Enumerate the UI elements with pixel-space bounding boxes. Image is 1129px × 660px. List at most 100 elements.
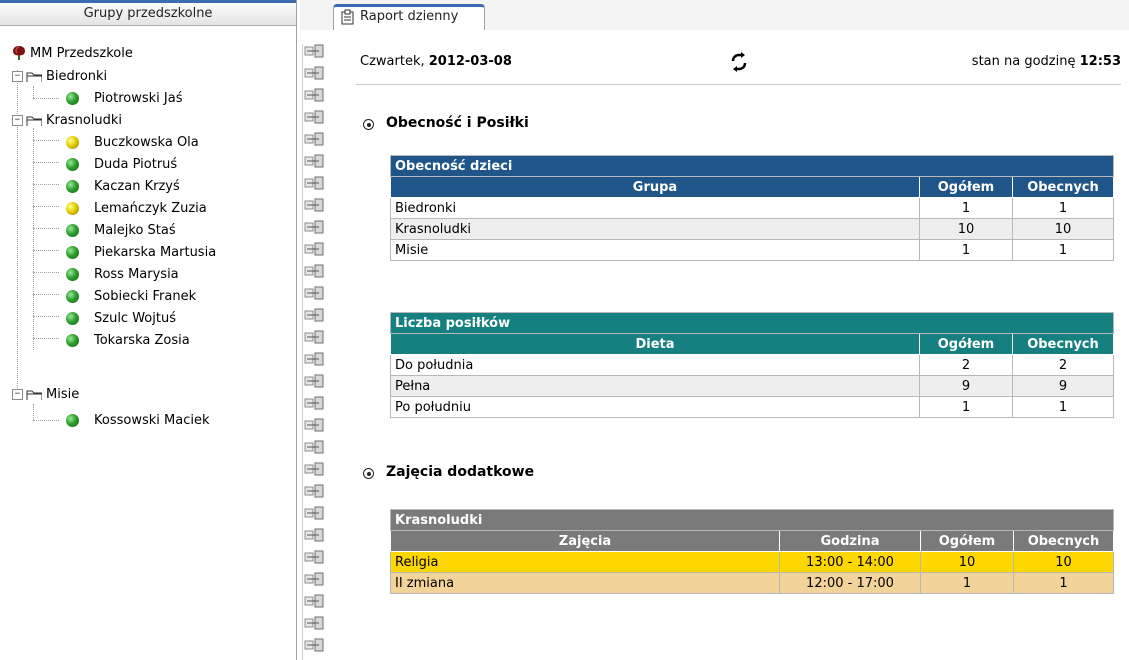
splitter-arrow-icon[interactable] <box>304 550 324 564</box>
splitter-arrow-icon[interactable] <box>304 264 324 278</box>
folder-icon <box>26 390 42 400</box>
splitter-arrow-icon[interactable] <box>304 638 324 652</box>
tab-raport-dzienny[interactable]: Raport dzienny <box>333 4 485 30</box>
col-header: Dieta <box>390 333 920 355</box>
splitter-arrow-icon[interactable] <box>304 110 324 124</box>
splitter-arrow-icon[interactable] <box>304 88 324 102</box>
splitter-arrow-icon[interactable] <box>304 286 324 300</box>
splitter-arrow-icon[interactable] <box>304 308 324 322</box>
child-name: Lemańczyk Zuzia <box>94 201 207 216</box>
cell: 10 <box>1012 218 1114 240</box>
status-green-icon <box>66 290 79 303</box>
collapse-icon[interactable]: − <box>12 115 23 126</box>
cell: 2 <box>919 354 1013 376</box>
splitter-arrow-icon[interactable] <box>304 594 324 608</box>
cell: 10 <box>1013 551 1114 573</box>
activities-caption: Krasnoludki <box>390 509 1114 531</box>
child-name: Sobiecki Franek <box>94 289 197 304</box>
child-name: Szulc Wojtuś <box>94 311 176 326</box>
col-header: Ogółem <box>919 176 1013 198</box>
time-value: 12:53 <box>1079 54 1121 69</box>
col-header: Obecnych <box>1012 333 1114 355</box>
splitter-arrow-icon[interactable] <box>304 616 324 630</box>
table-row: Krasnoludki 10 10 <box>390 218 1114 240</box>
splitter-arrow-icon[interactable] <box>304 220 324 234</box>
status-green-icon <box>66 414 79 427</box>
cell: Pełna <box>390 375 920 397</box>
date-value: 2012-03-08 <box>428 54 512 69</box>
col-header: Grupa <box>390 176 920 198</box>
report-date: Czwartek, 2012-03-08 <box>360 54 512 69</box>
table-row: Biedronki 1 1 <box>390 197 1114 219</box>
splitter-arrow-icon[interactable] <box>304 352 324 366</box>
folder-icon <box>26 72 42 82</box>
splitter-arrow-icon[interactable] <box>304 484 324 498</box>
status-green-icon <box>66 180 79 193</box>
cell: II zmiana <box>390 572 780 594</box>
cell: Biedronki <box>390 197 920 219</box>
table-row: Religia 13:00 - 14:00 10 10 <box>390 551 1114 573</box>
tree-group-label: Misie <box>46 387 80 402</box>
col-header: Ogółem <box>919 333 1013 355</box>
cell: Misie <box>390 239 920 261</box>
splitter-arrow-icon[interactable] <box>304 242 324 256</box>
status-green-icon <box>66 224 79 237</box>
splitter-arrow-icon[interactable] <box>304 374 324 388</box>
collapse-icon[interactable]: − <box>12 71 23 82</box>
splitter-arrow-icon[interactable] <box>304 198 324 212</box>
attendance-caption: Obecność dzieci <box>390 155 1114 177</box>
cell: 13:00 - 14:00 <box>779 551 921 573</box>
refresh-icon[interactable] <box>729 52 749 72</box>
col-header: Zajęcia <box>390 530 780 552</box>
cell: 1 <box>1012 239 1114 261</box>
collapse-icon[interactable]: − <box>12 389 23 400</box>
tree-group-label: Krasnoludki <box>46 113 123 128</box>
splitter-arrow-icon[interactable] <box>304 66 324 80</box>
table-row: Do południa 2 2 <box>390 354 1114 376</box>
cell: 1 <box>1012 396 1114 418</box>
section-title-activities: Zajęcia dodatkowe <box>386 464 535 480</box>
splitter-arrow-icon[interactable] <box>304 44 324 58</box>
splitter-arrow-icon[interactable] <box>304 506 324 520</box>
col-header: Obecnych <box>1012 176 1114 198</box>
time-prefix: stan na godzinę <box>971 54 1080 69</box>
cell: 12:00 - 17:00 <box>779 572 921 594</box>
splitter-arrow-icon[interactable] <box>304 418 324 432</box>
splitter-arrow-icon[interactable] <box>304 154 324 168</box>
splitter-arrow-icon[interactable] <box>304 176 324 190</box>
child-name: Ross Marysia <box>94 267 179 282</box>
col-header: Godzina <box>779 530 921 552</box>
splitter-arrow-icon[interactable] <box>304 528 324 542</box>
splitter-arrow-icon[interactable] <box>304 462 324 476</box>
status-green-icon <box>66 246 79 259</box>
report-header: Czwartek, 2012-03-08 stan na godzinę 12:… <box>356 40 1121 85</box>
report-time: stan na godzinę 12:53 <box>972 54 1121 69</box>
splitter-arrow-icon[interactable] <box>304 132 324 146</box>
table-row: Misie 1 1 <box>390 239 1114 261</box>
status-green-icon <box>66 334 79 347</box>
status-green-icon <box>66 158 79 171</box>
report-icon <box>341 9 354 25</box>
child-name: Kossowski Maciek <box>94 413 210 428</box>
splitter-arrow-icon[interactable] <box>304 440 324 454</box>
splitter-arrow-icon[interactable] <box>304 572 324 586</box>
table-row: II zmiana 12:00 - 17:00 1 1 <box>390 572 1114 594</box>
splitter-arrow-icon[interactable] <box>304 396 324 410</box>
child-name: Piotrowski Jaś <box>94 91 183 106</box>
splitter-bar[interactable] <box>298 44 328 660</box>
table-row: Pełna 9 9 <box>390 375 1114 397</box>
cell: Do południa <box>390 354 920 376</box>
cell: 2 <box>1012 354 1114 376</box>
splitter-arrow-icon[interactable] <box>304 330 324 344</box>
groups-panel-header: Grupy przedszkolne <box>0 0 296 26</box>
meals-caption: Liczba posiłków <box>390 312 1114 334</box>
cell: 10 <box>920 551 1014 573</box>
cell: Po południu <box>390 396 920 418</box>
section-collapse-icon[interactable] <box>363 119 374 130</box>
tree-group-label: Biedronki <box>46 69 108 84</box>
cell: 1 <box>1012 197 1114 219</box>
tab-label: Raport dzienny <box>360 9 459 24</box>
child-name: Piekarska Martusia <box>94 245 217 260</box>
attendance-table: Obecność dzieci Grupa Ogółem Obecnych Bi… <box>390 155 1114 261</box>
section-collapse-icon[interactable] <box>363 468 374 479</box>
